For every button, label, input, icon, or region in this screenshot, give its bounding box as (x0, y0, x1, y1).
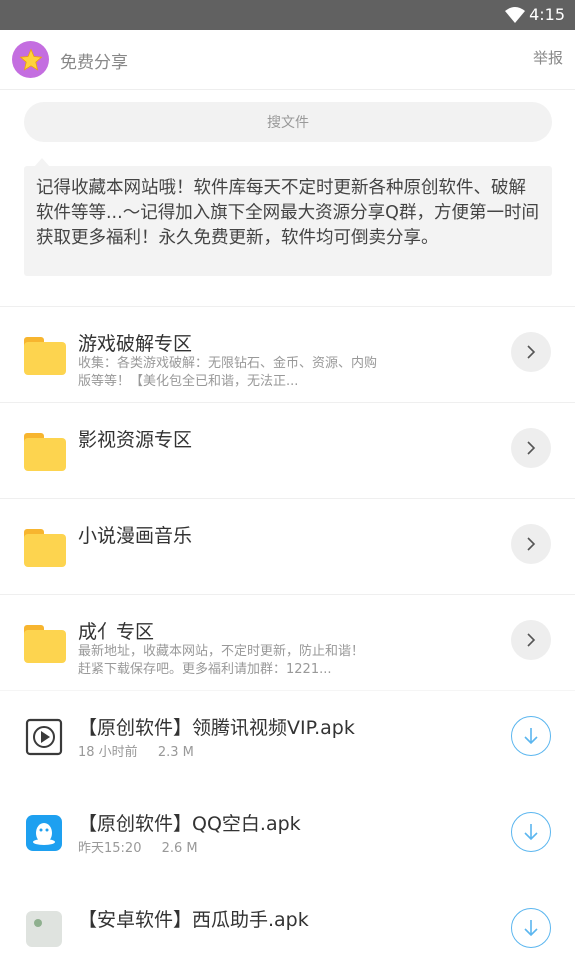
folder-title: 成亻专区 (78, 621, 155, 643)
status-bar: 4:15 (0, 0, 575, 30)
file-row[interactable]: 【安卓软件】西瓜助手.apk (0, 882, 575, 978)
file-time: 18 小时前 (78, 745, 138, 760)
file-size: 2.6 M (161, 841, 198, 856)
chevron-right-icon (527, 345, 536, 359)
download-button[interactable] (511, 716, 551, 756)
file-meta: 18 小时前 2.3 M (78, 741, 194, 760)
app-icon (26, 911, 62, 947)
star-icon (19, 47, 42, 71)
folder-icon (24, 337, 66, 375)
notice-text: 记得收藏本网站哦！软件库每天不定时更新各种原创软件、破解软件等等...～记得加入… (24, 166, 552, 276)
download-button[interactable] (511, 908, 551, 948)
report-link[interactable]: 举报 (533, 47, 563, 68)
folder-title: 小说漫画音乐 (78, 525, 193, 547)
download-button[interactable] (511, 812, 551, 852)
folder-desc: 收集：各类游戏破解：无限钻石、金币、资源、内购版等等！【美化包全已和谐，无法正.… (78, 356, 378, 389)
app-header: 免费分享 举报 (0, 30, 575, 90)
file-title: 【原创软件】领腾讯视频VIP.apk (78, 717, 355, 739)
download-icon (524, 920, 538, 937)
file-title: 【原创软件】QQ空白.apk (78, 813, 301, 835)
folder-title: 影视资源专区 (78, 429, 193, 451)
file-title: 【安卓软件】西瓜助手.apk (78, 909, 309, 931)
folder-row[interactable]: 小说漫画音乐 (0, 498, 575, 594)
file-size: 2.3 M (157, 745, 194, 760)
download-icon (524, 728, 538, 745)
folder-title: 游戏破解专区 (78, 333, 193, 355)
folder-row[interactable]: 影视资源专区 (0, 402, 575, 498)
page-title: 免费分享 (60, 53, 128, 73)
wifi-icon (505, 7, 525, 23)
file-time: 昨天15:20 (78, 841, 142, 856)
avatar[interactable] (12, 41, 49, 78)
video-play-icon (25, 718, 63, 756)
folder-row[interactable]: 游戏破解专区 收集：各类游戏破解：无限钻石、金币、资源、内购版等等！【美化包全已… (0, 306, 575, 402)
download-icon (524, 824, 538, 841)
open-folder-button[interactable] (511, 428, 551, 468)
folder-desc: 最新地址，收藏本网站，不定时更新，防止和谐！赶紧下载保存吧。更多福利请加群：12… (78, 644, 365, 677)
chevron-right-icon (527, 633, 536, 647)
open-folder-button[interactable] (511, 620, 551, 660)
chevron-right-icon (527, 441, 536, 455)
status-time: 4:15 (529, 5, 565, 24)
open-folder-button[interactable] (511, 524, 551, 564)
folder-row[interactable]: 成亻专区 最新地址，收藏本网站，不定时更新，防止和谐！赶紧下载保存吧。更多福利请… (0, 594, 575, 690)
folder-icon (24, 433, 66, 471)
file-meta: 昨天15:20 2.6 M (78, 837, 198, 856)
file-row[interactable]: 【原创软件】QQ空白.apk 昨天15:20 2.6 M (0, 786, 575, 882)
chevron-right-icon (527, 537, 536, 551)
file-row[interactable]: 【原创软件】领腾讯视频VIP.apk 18 小时前 2.3 M (0, 690, 575, 786)
qq-penguin-icon (26, 815, 62, 851)
folder-icon (24, 529, 66, 567)
open-folder-button[interactable] (511, 332, 551, 372)
folder-icon (24, 625, 66, 663)
search-input[interactable]: 搜文件 (24, 102, 552, 142)
